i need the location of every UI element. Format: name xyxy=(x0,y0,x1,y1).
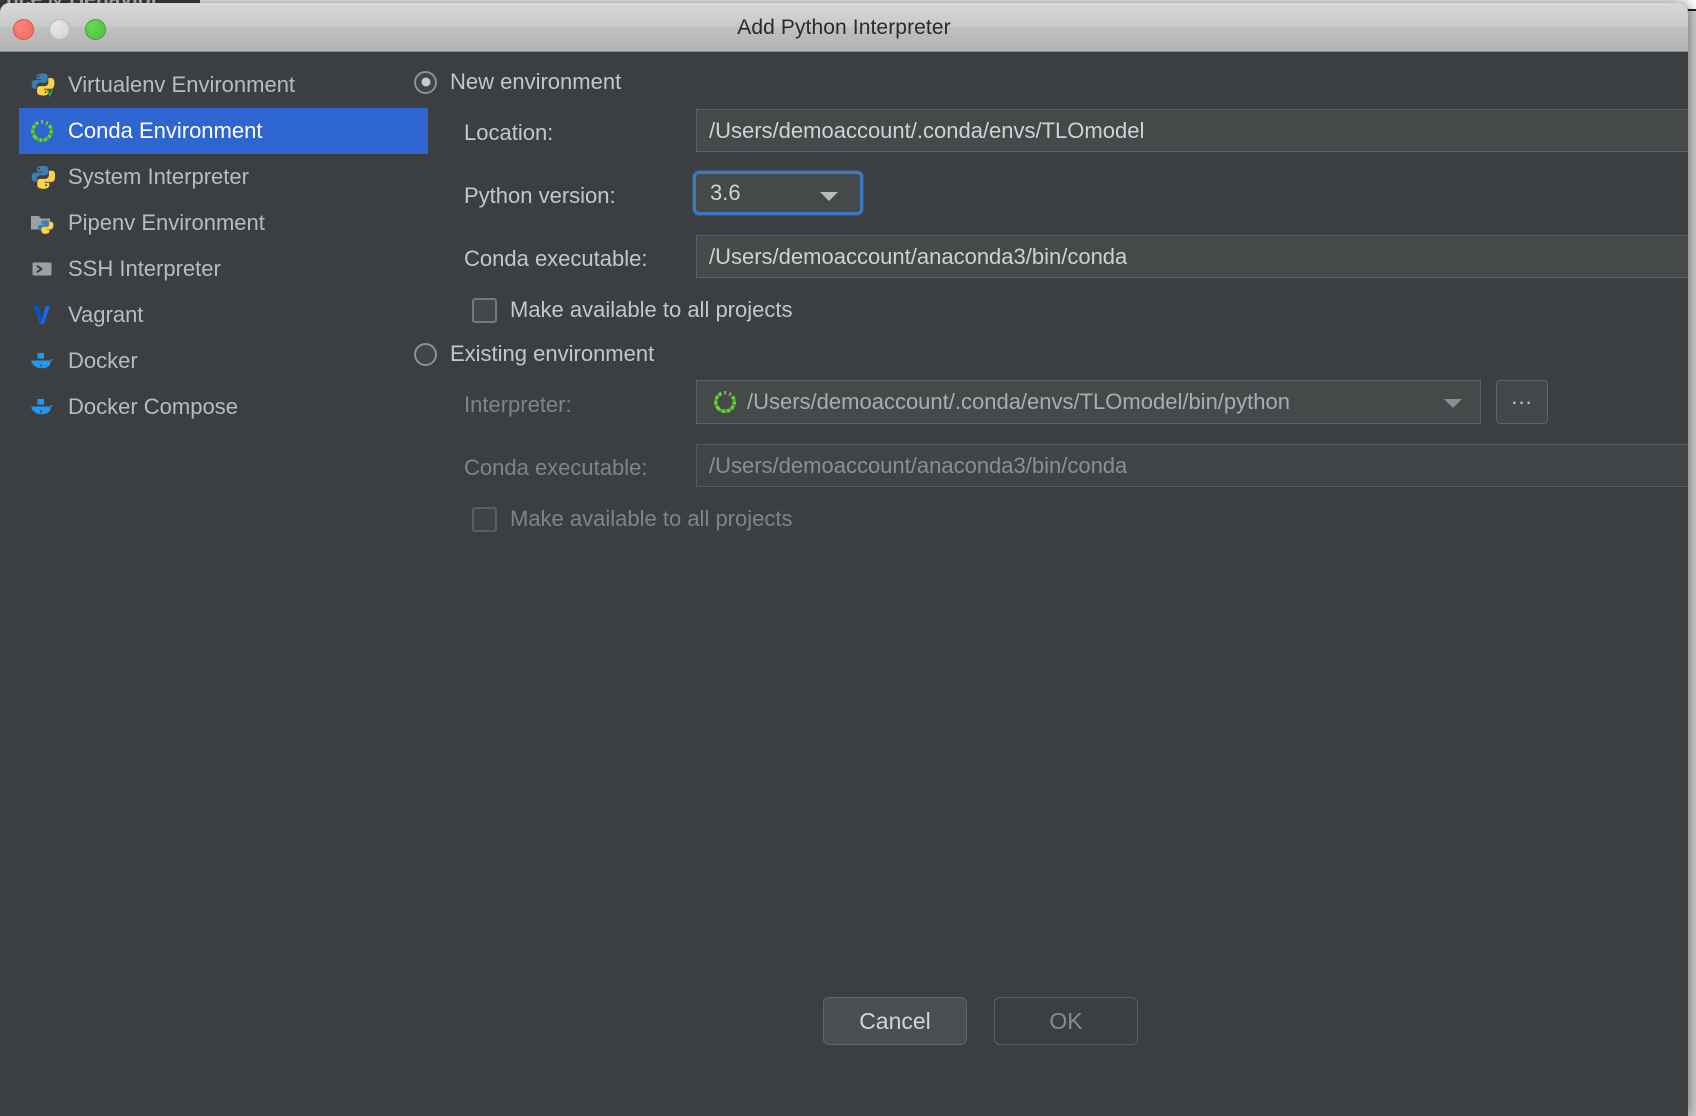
pipenv-folder-python-icon xyxy=(29,210,55,236)
make-available-all-projects-label: Make available to all projects xyxy=(510,297,793,322)
sidebar-item-docker-compose[interactable]: Docker Compose xyxy=(19,384,428,430)
dialog-titlebar[interactable]: Add Python Interpreter xyxy=(0,3,1688,52)
docker-whale-icon xyxy=(29,348,55,374)
new-environment-label: New environment xyxy=(450,69,622,94)
sidebar-item-label: System Interpreter xyxy=(68,164,249,189)
conda-executable-existing-value: /Users/demoaccount/anaconda3/bin/conda xyxy=(709,452,1128,478)
add-python-interpreter-dialog: Add Python Interpreter Virtualenv Enviro… xyxy=(0,3,1688,1116)
sidebar-item-pipenv-environment[interactable]: Pipenv Environment xyxy=(19,200,428,246)
sidebar-item-label: Docker Compose xyxy=(68,394,238,419)
sidebar-item-docker[interactable]: Docker xyxy=(19,338,428,384)
dialog-title: Add Python Interpreter xyxy=(737,16,951,39)
interpreter-type-list[interactable]: Virtualenv Environment Conda Environment xyxy=(0,52,428,1116)
make-available-all-projects-checkbox[interactable] xyxy=(472,506,497,532)
make-available-all-projects-label: Make available to all projects xyxy=(510,506,793,531)
dialog-body: Virtualenv Environment Conda Environment xyxy=(0,52,1688,1116)
ok-button[interactable]: OK xyxy=(994,997,1138,1045)
make-available-all-projects-checkbox[interactable] xyxy=(472,297,497,323)
new-environment-radio-row[interactable]: New environment xyxy=(414,69,621,95)
interpreter-settings-panel: New environment Location: /Users/demoacc… xyxy=(414,52,1688,1116)
conda-executable-input[interactable]: /Users/demoaccount/anaconda3/bin/conda xyxy=(696,235,1688,278)
existing-environment-label: Existing environment xyxy=(450,341,655,366)
new-environment-radio[interactable] xyxy=(414,70,437,94)
sidebar-item-label: Docker xyxy=(68,348,138,373)
location-label: Location: xyxy=(464,120,554,145)
sidebar-item-virtualenv-environment[interactable]: Virtualenv Environment xyxy=(19,62,428,108)
interpreter-browse-label: ... xyxy=(1511,384,1533,409)
terminal-prompt-icon xyxy=(29,256,55,282)
vagrant-v-icon xyxy=(29,302,55,328)
sidebar-item-label: Vagrant xyxy=(68,302,144,327)
conda-executable-existing-input[interactable]: /Users/demoaccount/anaconda3/bin/conda xyxy=(696,444,1688,487)
interpreter-value: /Users/demoaccount/.conda/envs/TLOmodel/… xyxy=(747,389,1290,414)
existing-environment-radio-row[interactable]: Existing environment xyxy=(414,341,654,367)
ok-button-label: OK xyxy=(1049,1007,1083,1034)
sidebar-item-ssh-interpreter[interactable]: SSH Interpreter xyxy=(19,246,428,292)
conda-executable-existing-label: Conda executable: xyxy=(464,455,648,480)
python-version-label: Python version: xyxy=(464,183,616,208)
make-available-all-projects-row-existing[interactable]: Make available to all projects xyxy=(472,506,792,532)
cancel-button[interactable]: Cancel xyxy=(823,997,967,1045)
python-version-value: 3.6 xyxy=(710,180,741,205)
conda-executable-label: Conda executable: xyxy=(464,246,648,271)
interpreter-label: Interpreter: xyxy=(464,392,572,417)
sidebar-item-label: Conda Environment xyxy=(68,118,263,143)
sidebar-item-label: Virtualenv Environment xyxy=(68,72,296,97)
python-venv-icon xyxy=(29,72,55,98)
sidebar-item-label: SSH Interpreter xyxy=(68,256,221,281)
location-value: /Users/demoaccount/.conda/envs/TLOmodel xyxy=(709,117,1145,143)
conda-executable-value: /Users/demoaccount/anaconda3/bin/conda xyxy=(709,243,1128,269)
sidebar-item-vagrant[interactable]: Vagrant xyxy=(19,292,428,338)
chevron-down-icon[interactable] xyxy=(1444,399,1462,408)
conda-icon xyxy=(711,388,739,416)
python-icon xyxy=(29,164,56,190)
cancel-button-label: Cancel xyxy=(859,1007,931,1034)
conda-icon xyxy=(29,118,55,144)
chevron-down-icon[interactable] xyxy=(820,192,838,201)
python-version-select[interactable]: 3.6 xyxy=(693,171,863,215)
docker-whale-icon xyxy=(29,394,55,420)
existing-environment-radio[interactable] xyxy=(414,342,437,366)
location-input[interactable]: /Users/demoaccount/.conda/envs/TLOmodel xyxy=(696,109,1688,152)
sidebar-item-label: Pipenv Environment xyxy=(68,210,265,235)
interpreter-browse-button[interactable]: ... xyxy=(1496,380,1548,424)
sidebar-item-conda-environment[interactable]: Conda Environment xyxy=(19,108,428,154)
make-available-all-projects-row-new[interactable]: Make available to all projects xyxy=(472,297,792,323)
sidebar-item-system-interpreter[interactable]: System Interpreter xyxy=(19,154,428,200)
interpreter-select[interactable]: /Users/demoaccount/.conda/envs/TLOmodel/… xyxy=(696,380,1481,424)
